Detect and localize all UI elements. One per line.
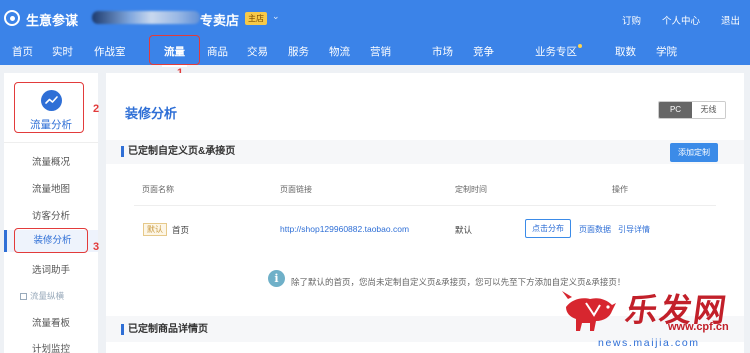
watermark: 乐发网 www.cpf.cn news.maijia.com: [560, 283, 750, 353]
nav-war-room[interactable]: 作战室: [94, 44, 126, 59]
nav-market[interactable]: 市场: [432, 44, 453, 59]
logo-icon: [4, 10, 20, 26]
shop-name-suffix[interactable]: 专卖店: [200, 10, 239, 29]
table-cell-custom-time: 默认: [455, 225, 473, 235]
nav-realtime[interactable]: 实时: [52, 44, 73, 59]
col-header-actions: 操作: [612, 185, 628, 194]
nav-home[interactable]: 首页: [12, 44, 33, 59]
top-bar: 生意参谋 专卖店 主店 ⌄ 订购 个人中心 退出: [0, 0, 750, 35]
toggle-pc[interactable]: PC: [659, 102, 692, 118]
sidebar-group-label: 流量纵横: [4, 290, 98, 302]
new-dot-icon: [578, 44, 582, 48]
guide-details-link[interactable]: 引导详情: [618, 224, 650, 235]
add-custom-button[interactable]: 添加定制: [670, 143, 718, 162]
nav-competition[interactable]: 竞争: [473, 44, 494, 59]
nav-business-zone-label: 业务专区: [535, 46, 577, 58]
nav-service[interactable]: 服务: [288, 44, 309, 59]
click-distribution-button[interactable]: 点击分布: [525, 219, 571, 238]
table-cell-page-link[interactable]: http://shop129960882.taobao.com: [280, 224, 409, 234]
sidebar-item-traffic-map[interactable]: 流量地图: [4, 181, 98, 195]
top-links: 订购 个人中心 退出: [622, 13, 740, 27]
section-title: 已定制自定义页&承接页: [121, 146, 235, 157]
link-order[interactable]: 订购: [622, 13, 641, 27]
sidebar-item-dashboard[interactable]: 流量看板: [4, 315, 98, 329]
annotation-box-sidebar: [14, 82, 84, 133]
sidebar-item-overview[interactable]: 流量概况: [4, 154, 98, 168]
default-badge: 默认: [143, 223, 167, 236]
chevron-down-icon[interactable]: ⌄: [272, 11, 280, 22]
device-toggle: PC 无线: [658, 101, 726, 119]
main-nav: 首页 实时 作战室 流量 商品 交易 服务 物流 营销 市场 竞争 业务专区 取…: [0, 35, 750, 67]
annotation-box-nav: [149, 35, 200, 65]
section-custom-pages-header: 已定制自定义页&承接页: [106, 140, 744, 164]
link-logout[interactable]: 退出: [721, 13, 740, 27]
sidebar-group-text: 流量纵横: [30, 291, 65, 301]
annotation-box-decoration: [14, 228, 88, 253]
nav-logistics[interactable]: 物流: [329, 44, 350, 59]
page-title: 装修分析: [125, 106, 178, 121]
app-title[interactable]: 生意参谋: [26, 10, 78, 29]
nav-marketing[interactable]: 营销: [370, 44, 391, 59]
watermark-url-1: www.cpf.cn: [668, 321, 729, 333]
sidebar-item-visitor-analysis[interactable]: 访客分析: [4, 208, 98, 222]
annotation-number-2: 2: [93, 103, 100, 115]
info-icon: i: [268, 270, 285, 287]
section-title-detail: 已定制商品详情页: [121, 324, 208, 335]
col-header-page-name: 页面名称: [142, 185, 174, 194]
col-header-custom-time: 定制时间: [455, 185, 487, 194]
nav-data-fetch[interactable]: 取数: [615, 44, 636, 59]
sidebar-item-keyword-helper[interactable]: 选词助手: [4, 262, 98, 276]
page-data-link[interactable]: 页面数据: [579, 224, 611, 235]
link-profile[interactable]: 个人中心: [662, 13, 700, 27]
table-divider: [134, 205, 716, 206]
grid-icon: [20, 293, 27, 300]
bull-logo-icon: [562, 291, 616, 331]
table-cell-page-name: 首页: [172, 225, 190, 235]
nav-trade[interactable]: 交易: [247, 44, 268, 59]
shop-name-redacted: [92, 11, 200, 24]
shop-badge: 主店: [245, 12, 267, 25]
nav-business-zone[interactable]: 业务专区: [535, 44, 582, 59]
annotation-number-3: 3: [93, 241, 100, 253]
sidebar-item-plan-monitor[interactable]: 计划监控: [4, 341, 98, 353]
nav-product[interactable]: 商品: [207, 44, 228, 59]
watermark-url-2: news.maijia.com: [598, 337, 700, 349]
col-header-page-link: 页面链接: [280, 185, 312, 194]
nav-academy[interactable]: 学院: [656, 44, 677, 59]
toggle-wireless[interactable]: 无线: [692, 102, 725, 118]
